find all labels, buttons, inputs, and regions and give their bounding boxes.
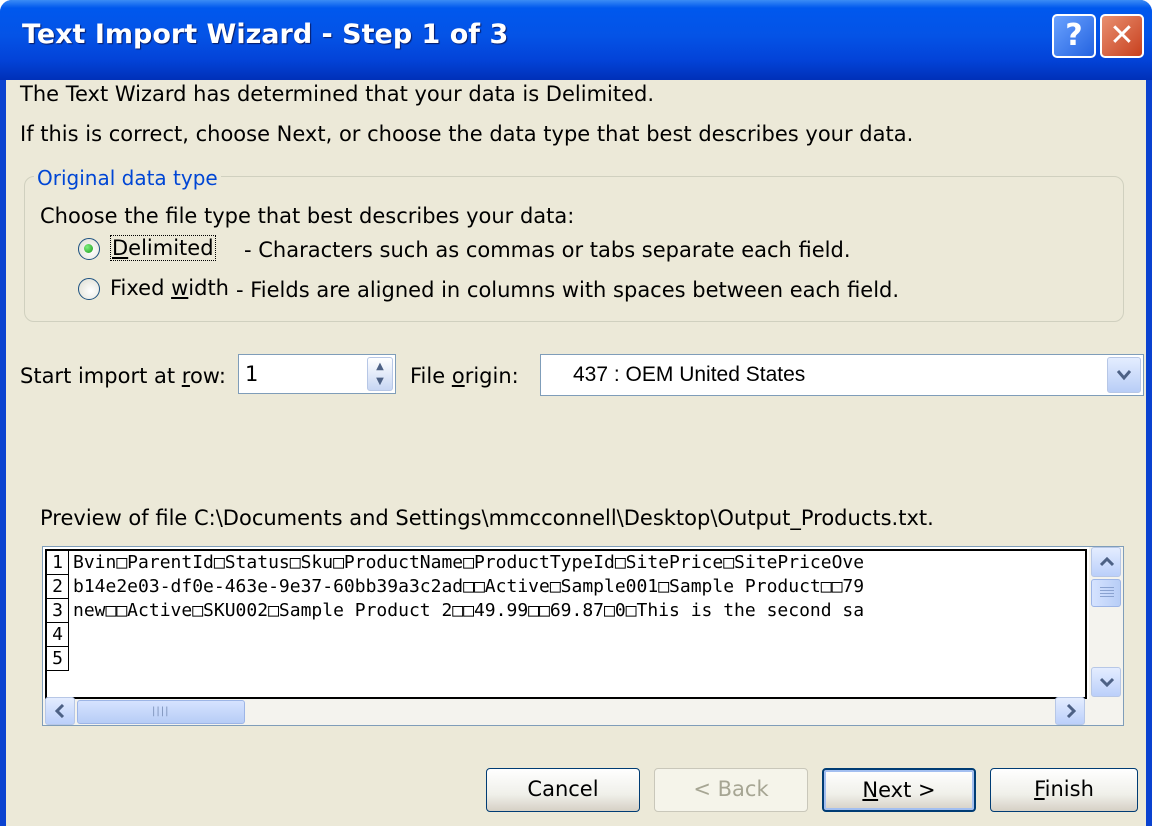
file-origin-dropdown[interactable]: 437 : OEM United States: [540, 354, 1144, 396]
line-text: Bvin□ParentId□Status□Sku□ProductName□Pro…: [73, 552, 865, 573]
text-import-wizard-window: Text Import Wizard - Step 1 of 3 ? ✕ The…: [0, 0, 1152, 826]
fixed-width-description: - Fields are aligned in columns with spa…: [236, 278, 900, 302]
preview-row: 4: [47, 623, 1085, 647]
spin-down-icon[interactable]: ▼: [368, 375, 392, 389]
help-button[interactable]: ?: [1052, 14, 1096, 58]
close-icon: ✕: [1109, 18, 1135, 53]
help-icon: ?: [1065, 18, 1083, 53]
chevron-down-icon: [1117, 370, 1131, 381]
spin-up-icon[interactable]: ▲: [368, 360, 392, 374]
line-text: b14e2e03-df0e-463e-9e37-60bb39a3c2ad□□Ac…: [73, 576, 865, 597]
preview-row: 5: [47, 647, 1085, 671]
fixed-width-radio[interactable]: [78, 278, 100, 300]
chevron-right-icon: [1066, 704, 1076, 718]
preview-grid: 1 Bvin□ParentId□Status□Sku□ProductName□P…: [45, 549, 1087, 699]
line-number: 4: [47, 623, 69, 647]
next-button[interactable]: Next >: [822, 768, 976, 812]
dropdown-arrow-button[interactable]: [1107, 357, 1141, 393]
chevron-down-icon: [1100, 677, 1114, 687]
scroll-left-button[interactable]: [45, 697, 75, 725]
start-row-label: Start import at row:: [20, 364, 226, 388]
line-number: 2: [47, 575, 69, 599]
group-title: Original data type: [34, 166, 221, 190]
delimited-description: - Characters such as commas or tabs sepa…: [244, 238, 851, 262]
delimited-radio[interactable]: [78, 238, 100, 260]
radio-selected-dot: [84, 244, 93, 253]
preview-row: 1 Bvin□ParentId□Status□Sku□ProductName□P…: [47, 551, 1085, 575]
preview-row: 2 b14e2e03-df0e-463e-9e37-60bb39a3c2ad□□…: [47, 575, 1085, 599]
vertical-scroll-thumb[interactable]: [1091, 579, 1121, 607]
line-text: new□□Active□SKU002□Sample Product 2□□49.…: [73, 600, 865, 621]
finish-button[interactable]: Finish: [990, 768, 1138, 812]
dialog-body: The Text Wizard has determined that your…: [6, 80, 1146, 826]
title-bar[interactable]: Text Import Wizard - Step 1 of 3 ? ✕: [0, 0, 1152, 80]
line-number: 3: [47, 599, 69, 623]
delimited-label[interactable]: Delimited: [110, 235, 216, 261]
window-title: Text Import Wizard - Step 1 of 3: [22, 19, 509, 50]
scroll-down-button[interactable]: [1091, 667, 1121, 697]
intro-line-2: If this is correct, choose Next, or choo…: [20, 122, 914, 146]
file-type-prompt: Choose the file type that best describes…: [40, 204, 575, 228]
line-number: 5: [47, 647, 69, 671]
line-number: 1: [47, 551, 69, 575]
cancel-button[interactable]: Cancel: [486, 768, 640, 812]
back-button[interactable]: < Back: [654, 768, 808, 812]
start-row-input[interactable]: [245, 361, 355, 387]
vertical-scrollbar[interactable]: [1089, 547, 1123, 699]
preview-row: 3 new□□Active□SKU002□Sample Product 2□□4…: [47, 599, 1085, 623]
fixed-width-label[interactable]: Fixed width: [110, 276, 229, 300]
scroll-right-button[interactable]: [1055, 697, 1085, 725]
file-origin-value: 437 : OEM United States: [573, 363, 806, 386]
start-row-spinner[interactable]: ▲ ▼: [238, 354, 396, 394]
chevron-up-icon: [1100, 557, 1114, 567]
scroll-up-button[interactable]: [1091, 547, 1121, 577]
horizontal-scrollbar[interactable]: ||||: [43, 697, 1123, 725]
close-button[interactable]: ✕: [1100, 14, 1144, 58]
file-origin-label: File origin:: [410, 364, 519, 388]
spin-buttons[interactable]: ▲ ▼: [367, 357, 393, 391]
preview-pane[interactable]: 1 Bvin□ParentId□Status□Sku□ProductName□P…: [42, 546, 1124, 726]
chevron-left-icon: [55, 704, 65, 718]
horizontal-scroll-thumb[interactable]: ||||: [77, 700, 245, 724]
preview-caption: Preview of file C:\Documents and Setting…: [40, 506, 934, 530]
intro-line-1: The Text Wizard has determined that your…: [20, 82, 655, 106]
